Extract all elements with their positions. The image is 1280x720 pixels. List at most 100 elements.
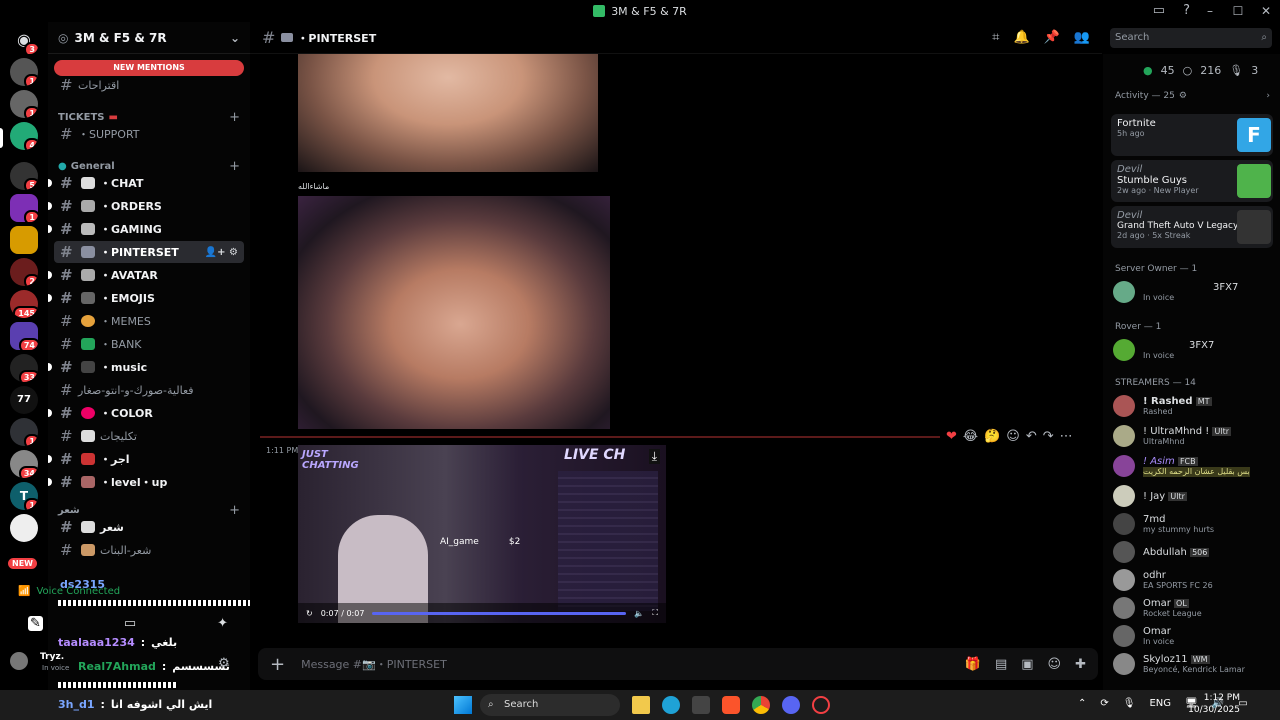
channel-emojis[interactable]: # ・ EMOJIS: [48, 287, 244, 309]
member-owner[interactable]: 3FX7 In voice: [1113, 278, 1273, 306]
apps-icon[interactable]: ✚: [1075, 657, 1086, 672]
channel-poetry[interactable]: # شعر: [54, 516, 244, 538]
file-explorer-icon[interactable]: [632, 696, 650, 714]
server-icon-5[interactable]: 1: [10, 194, 38, 222]
channel-ar2[interactable]: # تكليجات: [54, 425, 244, 447]
channel-childhood-photos[interactable]: # فعالية-صورك-و-انتو-صغار: [54, 379, 244, 401]
server-icon-11[interactable]: 77: [10, 386, 38, 414]
message-input[interactable]: Message #📷・PINTERSET: [301, 656, 447, 672]
server-icon-1[interactable]: 1: [10, 58, 38, 86]
attachment-image-2[interactable]: [298, 196, 610, 429]
channel-suggestions[interactable]: # اقتراحات: [54, 74, 244, 96]
channel-orders[interactable]: # ・ ORDERS: [48, 195, 244, 217]
channel-music[interactable]: # ・ music: [48, 356, 244, 378]
attachment-image-1[interactable]: [298, 54, 598, 172]
channel-chat[interactable]: # ・ CHAT: [48, 172, 244, 194]
store-icon[interactable]: [692, 696, 710, 714]
add-reaction-icon[interactable]: ☺: [1006, 429, 1020, 444]
download-icon[interactable]: ⤓: [648, 449, 660, 464]
server-icon-7[interactable]: 2: [10, 258, 38, 286]
upload-plus-icon[interactable]: +: [270, 654, 285, 675]
member-item[interactable]: 7md my stummy hurts: [1113, 510, 1273, 538]
member-rover[interactable]: 3FX7 In voice: [1113, 336, 1273, 364]
heart-reaction-icon[interactable]: ❤: [946, 429, 957, 444]
bell-icon[interactable]: 🔔: [1013, 30, 1029, 45]
chevron-up-icon[interactable]: ⌃: [1078, 698, 1086, 709]
channel-color[interactable]: # ・ COLOR: [48, 402, 244, 424]
taskbar-search[interactable]: ⌕ Search: [480, 694, 620, 716]
server-icon-3[interactable]: 4: [10, 122, 38, 150]
channel-gaming[interactable]: # ・ GAMING: [48, 218, 244, 240]
pin-icon[interactable]: 📌: [1044, 30, 1060, 45]
edge-icon[interactable]: [662, 696, 680, 714]
server-icon-14[interactable]: T1: [10, 482, 38, 510]
server-icon-2[interactable]: 1: [10, 90, 38, 118]
activity-card-3[interactable]: Devil Grand Theft Auto V Legacy 2d ago ·…: [1111, 206, 1273, 248]
chrome-icon[interactable]: [752, 696, 770, 714]
progress-bar[interactable]: [372, 611, 627, 615]
brave-icon[interactable]: [722, 696, 740, 714]
home-button[interactable]: ◉ 3: [10, 26, 38, 54]
activity-card-2[interactable]: Devil Stumble Guys 2w ago · New Player: [1111, 160, 1273, 202]
channel-settings-icons[interactable]: 👤+ ⚙: [205, 247, 238, 258]
message-composer[interactable]: + Message #📷・PINTERSET 🎁 ▤ ▣ ☺ ✚: [258, 648, 1098, 680]
member-item[interactable]: ! Asim FCB بس بقليل عشان الرحمه الكريت: [1113, 452, 1273, 480]
server-icon-10[interactable]: 33: [10, 354, 38, 382]
volume-icon[interactable]: 🔈: [634, 609, 644, 618]
threads-icon[interactable]: ⌗: [992, 30, 999, 45]
member-item[interactable]: odhr EA SPORTS FC 26: [1113, 566, 1273, 594]
reply-icon[interactable]: ↶: [1026, 429, 1037, 444]
language-indicator[interactable]: ENG: [1149, 698, 1171, 709]
member-list-icon[interactable]: 👥: [1074, 30, 1090, 45]
server-icon-4[interactable]: 5: [10, 162, 38, 190]
start-button[interactable]: [454, 696, 472, 714]
channel-avatar[interactable]: # ・ AVATAR: [48, 264, 244, 286]
clock[interactable]: 1:12 PM 10/30/2025: [1188, 692, 1240, 716]
close-button[interactable]: ✕: [1252, 4, 1280, 18]
server-icon-12[interactable]: 1: [10, 418, 38, 446]
activity-header[interactable]: Activity — 25 ⚙ ›: [1115, 91, 1270, 101]
member-item[interactable]: Omar OL Rocket League: [1113, 594, 1273, 622]
activity-card-1[interactable]: Fortnite 5h ago F: [1111, 114, 1273, 156]
server-header[interactable]: ◎ 3M & F5 & 7R ⌄: [48, 22, 250, 54]
member-item[interactable]: Skyloz11 WM Beyoncé, Kendrick Lamar: [1113, 650, 1273, 678]
search-input[interactable]: Search ⌕: [1110, 28, 1272, 48]
gif-icon[interactable]: ▤: [995, 657, 1007, 672]
inbox-icon[interactable]: ▭: [1153, 3, 1165, 18]
mic-icon[interactable]: 🎙: [1123, 698, 1136, 709]
server-icon-15[interactable]: [10, 514, 38, 542]
server-icon-8[interactable]: 145: [10, 290, 38, 318]
user-settings-icon[interactable]: ⚙: [218, 656, 230, 671]
server-icon-6[interactable]: [10, 226, 38, 254]
user-panel[interactable]: Tryz. In voice: [10, 652, 69, 672]
member-item[interactable]: Omar In voice: [1113, 622, 1273, 650]
forward-icon[interactable]: ↷: [1043, 429, 1054, 444]
video-attachment[interactable]: JUST CHATTING LIVE CH ⤓ AI_game $2 ↻ 0:0…: [298, 445, 666, 623]
discord-icon[interactable]: [782, 696, 800, 714]
member-item[interactable]: ! UltraMhnd ! Ultr UltraMhnd: [1113, 422, 1273, 450]
channel-bank[interactable]: # ・ BANK: [54, 333, 244, 355]
maximize-button[interactable]: ☐: [1224, 4, 1252, 18]
channel-pinterset[interactable]: # ・ PINTERSET 👤+ ⚙: [54, 241, 244, 263]
laugh-reaction-icon[interactable]: 😂: [963, 429, 978, 444]
mic-muted-icon[interactable]: ✎: [28, 616, 43, 631]
member-item[interactable]: Abdullah 506: [1113, 538, 1273, 566]
screen-share-icon[interactable]: ▭: [124, 616, 136, 631]
app-icon[interactable]: [812, 696, 830, 714]
channel-support[interactable]: # ・ SUPPORT: [54, 123, 244, 145]
member-item[interactable]: ! Rashed MT Rashed: [1113, 392, 1273, 420]
channel-girls-poetry[interactable]: # شعر-البنات: [54, 539, 244, 561]
server-icon-13[interactable]: 34: [10, 450, 38, 478]
sync-icon[interactable]: ⟳: [1100, 698, 1108, 709]
channel-memes[interactable]: # ・ MEMES: [54, 310, 244, 332]
activity-icon[interactable]: ✦: [217, 616, 228, 631]
gift-icon[interactable]: 🎁: [965, 657, 981, 672]
replay-icon[interactable]: ↻: [306, 609, 313, 618]
sticker-icon[interactable]: ▣: [1021, 657, 1033, 672]
think-reaction-icon[interactable]: 🤔: [984, 429, 1000, 444]
channel-level-up[interactable]: # ・ level・up: [48, 471, 244, 493]
minimize-button[interactable]: –: [1196, 4, 1224, 18]
fullscreen-icon[interactable]: ⛶: [652, 608, 658, 618]
help-icon[interactable]: ?: [1183, 3, 1190, 18]
member-item[interactable]: ! Jay Ultr: [1113, 482, 1273, 510]
